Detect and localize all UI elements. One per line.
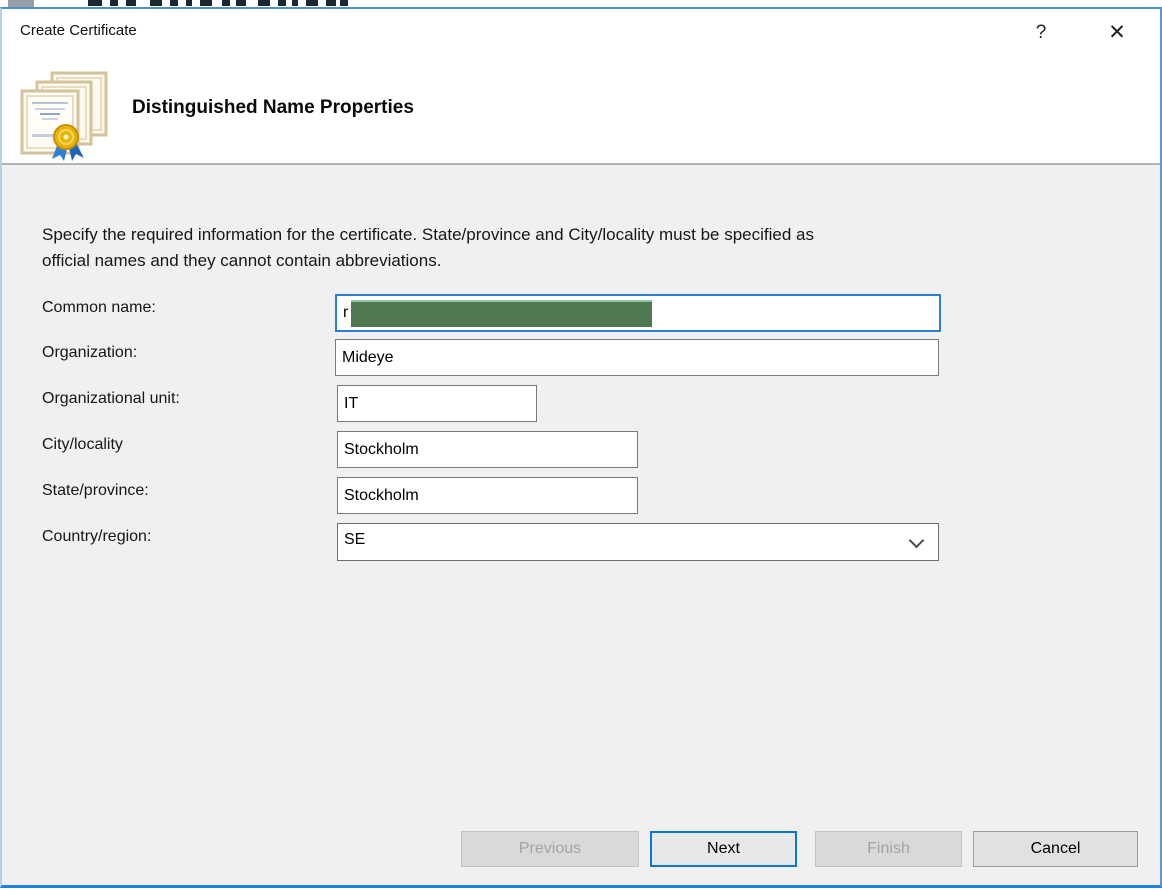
background-fragment (88, 0, 102, 6)
background-fragment (150, 0, 162, 6)
wizard-header: Distinguished Name Properties (2, 59, 1160, 165)
title-bar: Create Certificate ? ✕ (2, 9, 1160, 59)
city-locality-label: City/locality (42, 436, 123, 454)
finish-button[interactable]: Finish (815, 831, 962, 867)
background-fragment (306, 0, 318, 6)
intro-text: Specify the required information for the… (42, 222, 1022, 274)
background-fragment (126, 0, 136, 6)
state-province-input[interactable] (338, 478, 637, 513)
background-window-sliver (0, 0, 1162, 7)
background-fragment (110, 0, 118, 6)
city-locality-field[interactable] (337, 431, 638, 468)
organizational-unit-label: Organizational unit: (42, 390, 180, 408)
help-button[interactable]: ? (1024, 18, 1058, 48)
close-button[interactable]: ✕ (1100, 18, 1134, 48)
intro-line-2: official names and they cannot contain a… (42, 251, 441, 270)
country-region-label: Country/region: (42, 528, 151, 546)
create-certificate-dialog: Create Certificate ? ✕ (0, 7, 1162, 888)
state-province-field[interactable] (337, 477, 638, 514)
background-fragment (170, 0, 178, 6)
background-fragment (200, 0, 212, 6)
organization-label: Organization: (42, 344, 137, 362)
background-fragment (8, 0, 34, 7)
background-fragment (340, 0, 348, 6)
country-region-combobox[interactable]: SE (337, 523, 939, 561)
window-title: Create Certificate (20, 22, 137, 39)
city-locality-input[interactable] (338, 432, 637, 467)
organization-input[interactable] (336, 340, 938, 375)
certificates-stack-icon (18, 71, 110, 166)
background-fragment (292, 0, 298, 6)
cancel-button[interactable]: Cancel (973, 831, 1138, 867)
previous-button[interactable]: Previous (461, 831, 639, 867)
background-fragment (236, 0, 246, 6)
intro-line-1: Specify the required information for the… (42, 225, 814, 244)
organizational-unit-field[interactable] (337, 385, 537, 422)
background-fragment (222, 0, 230, 6)
state-province-label: State/province: (42, 482, 149, 500)
redaction-overlay (351, 300, 652, 327)
next-button[interactable]: Next (650, 831, 797, 867)
common-name-field[interactable] (335, 294, 941, 332)
organization-field[interactable] (335, 339, 939, 376)
background-fragment (186, 0, 192, 6)
background-fragment (326, 0, 336, 6)
background-fragment (258, 0, 270, 6)
common-name-label: Common name: (42, 299, 156, 317)
page-title: Distinguished Name Properties (132, 97, 414, 119)
chevron-down-icon[interactable] (909, 533, 925, 549)
screen: Create Certificate ? ✕ (0, 0, 1162, 892)
organizational-unit-input[interactable] (338, 386, 536, 421)
country-region-value: SE (344, 531, 365, 549)
background-fragment (278, 0, 286, 6)
